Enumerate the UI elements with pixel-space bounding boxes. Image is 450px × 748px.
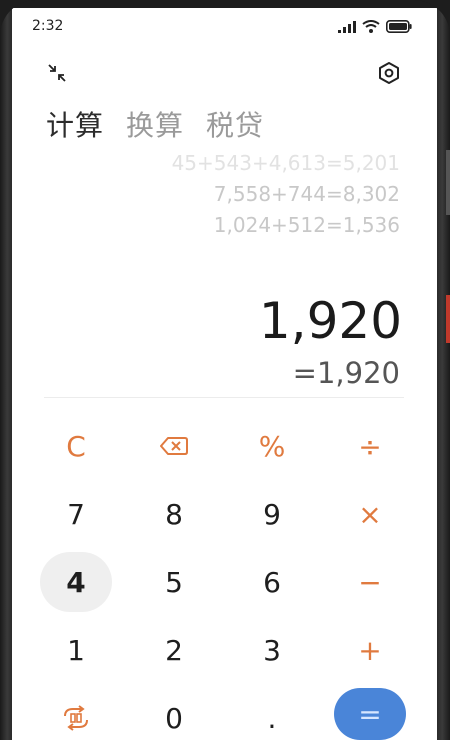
key-9[interactable]: 9 — [236, 484, 308, 544]
switch-mode-button[interactable] — [40, 688, 112, 748]
equation-display: =1,920 — [292, 356, 400, 390]
calculation-history: 45+543+4,613=5,201 7,558+744=8,302 1,024… — [172, 148, 400, 241]
settings-icon[interactable] — [376, 60, 402, 86]
key-6[interactable]: 6 — [236, 552, 308, 612]
equals-button[interactable]: = — [334, 688, 406, 740]
key-5[interactable]: 5 — [138, 552, 210, 612]
key-1[interactable]: 1 — [40, 620, 112, 680]
divide-button[interactable]: ÷ — [334, 416, 406, 476]
key-3[interactable]: 3 — [236, 620, 308, 680]
mode-tabs: 计算 换算 税贷 — [46, 104, 264, 144]
status-time: 2:32 — [32, 18, 64, 34]
key-4[interactable]: 4 — [40, 552, 112, 612]
status-bar: 2:32 — [22, 18, 412, 38]
history-line[interactable]: 7,558+744=8,302 — [172, 179, 400, 210]
backspace-button[interactable] — [138, 416, 210, 476]
signal-icon — [338, 20, 356, 33]
backspace-icon — [160, 437, 188, 455]
status-icons — [338, 20, 412, 33]
multiply-button[interactable]: × — [334, 484, 406, 544]
key-0[interactable]: 0 — [138, 688, 210, 748]
volume-button — [446, 150, 450, 215]
bezel-right — [437, 0, 450, 740]
tab-convert[interactable]: 换算 — [126, 104, 184, 144]
decimal-button[interactable]: . — [236, 688, 308, 748]
subtract-button[interactable]: − — [334, 552, 406, 612]
percent-button[interactable]: % — [236, 416, 308, 476]
wifi-icon — [362, 20, 380, 33]
swap-icon — [64, 705, 88, 731]
bezel-left — [0, 0, 12, 740]
bezel-top — [0, 0, 450, 8]
history-line[interactable]: 45+543+4,613=5,201 — [172, 148, 400, 179]
result-display: 1,920 — [258, 292, 402, 350]
history-line[interactable]: 1,024+512=1,536 — [172, 210, 400, 241]
battery-icon — [386, 20, 412, 33]
tab-tax-loan[interactable]: 税贷 — [206, 104, 264, 144]
key-7[interactable]: 7 — [40, 484, 112, 544]
collapse-icon[interactable] — [44, 60, 70, 86]
divider — [44, 397, 404, 398]
add-button[interactable]: + — [334, 620, 406, 680]
clear-button[interactable]: C — [40, 416, 112, 476]
key-2[interactable]: 2 — [138, 620, 210, 680]
power-button — [446, 295, 450, 343]
tab-calculate[interactable]: 计算 — [46, 104, 104, 144]
key-8[interactable]: 8 — [138, 484, 210, 544]
